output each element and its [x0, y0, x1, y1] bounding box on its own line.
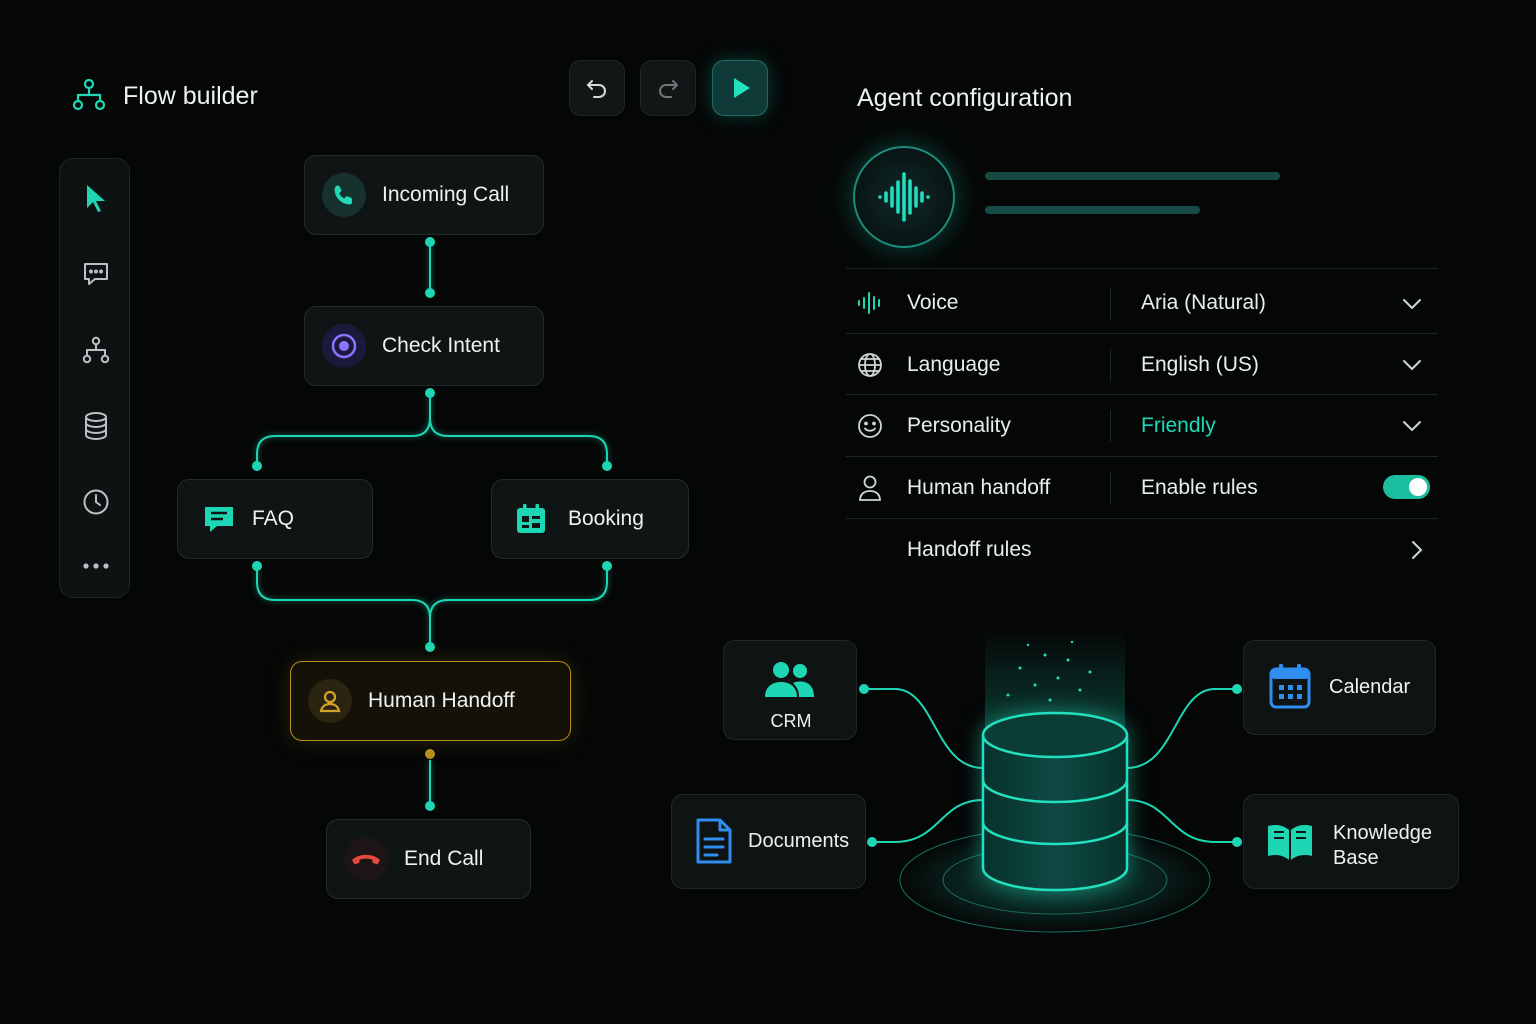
integration-crm[interactable]: CRM	[723, 640, 857, 740]
integration-label: Calendar	[1329, 676, 1411, 698]
users-icon	[765, 662, 814, 697]
integration-label: Documents	[748, 830, 850, 852]
book-icon	[1268, 825, 1312, 860]
integration-knowledge-base[interactable]: Knowledge Base	[1243, 794, 1459, 889]
document-icon	[696, 818, 732, 864]
calendar-icon	[1269, 664, 1311, 709]
integration-label: CRM	[770, 711, 812, 731]
integration-calendar[interactable]: Calendar	[1243, 640, 1436, 735]
integration-documents[interactable]: Documents	[671, 794, 866, 889]
integration-label: Knowledge Base	[1333, 822, 1432, 869]
